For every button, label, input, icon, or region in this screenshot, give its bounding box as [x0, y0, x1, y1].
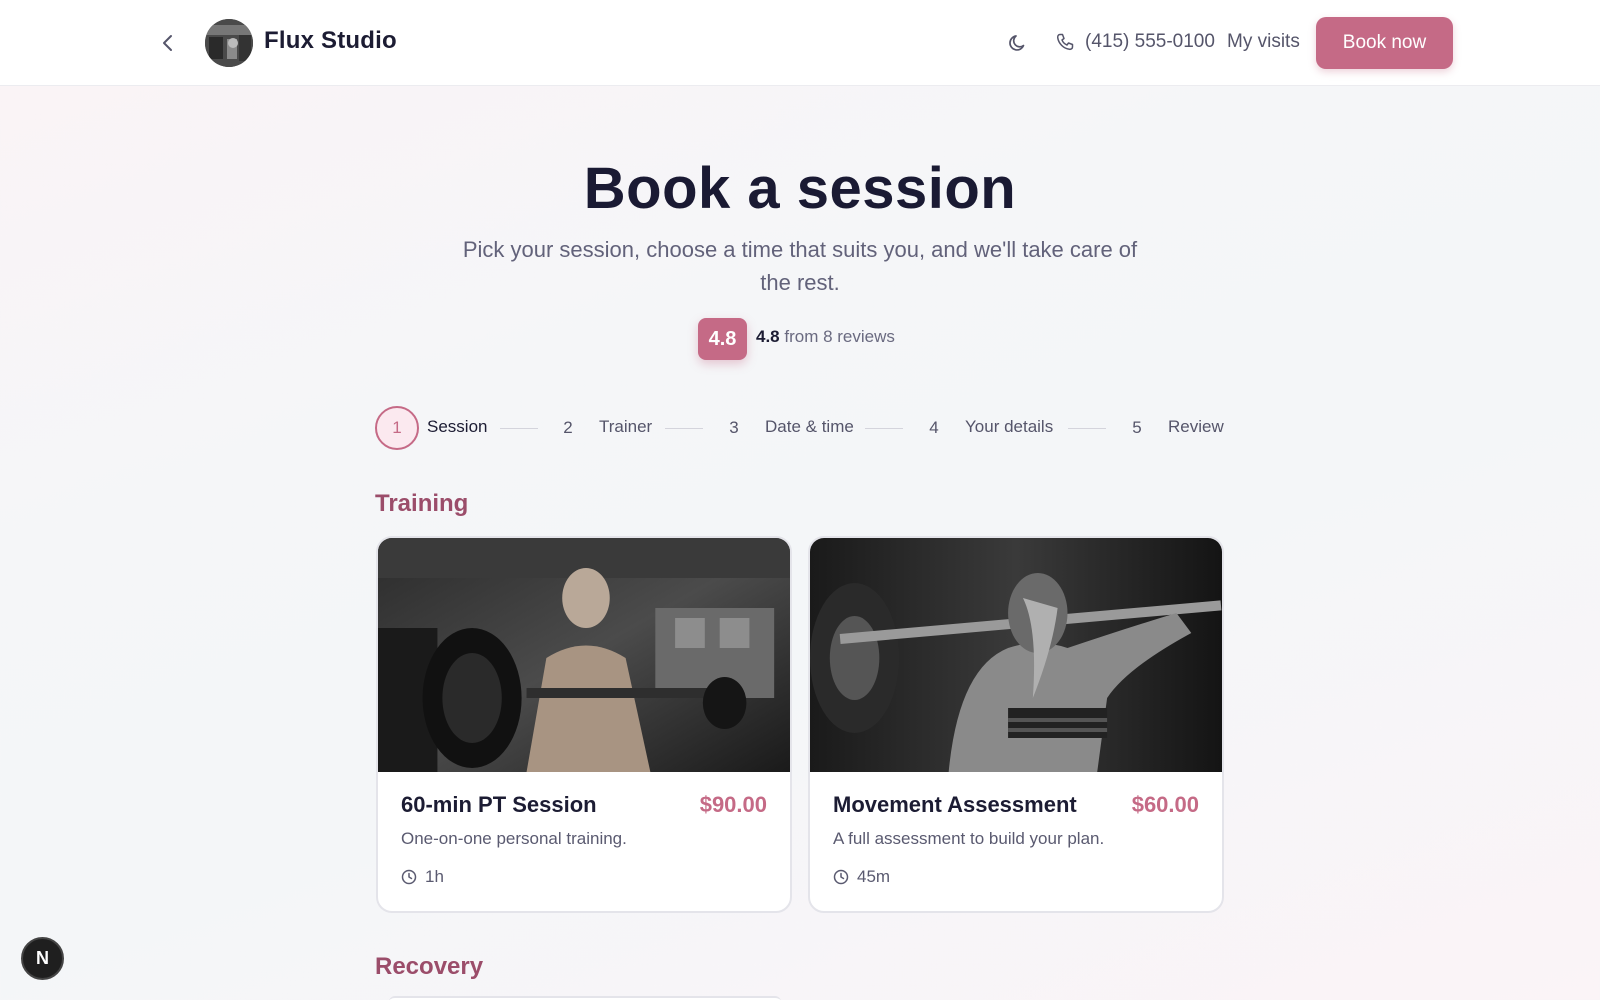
section-title-training: Training [375, 490, 469, 517]
step-divider [1068, 428, 1106, 429]
rating-badge: 4.8 [698, 318, 747, 360]
dev-tools-badge[interactable]: N [21, 937, 64, 980]
phone-link[interactable]: (415) 555-0100 [1085, 31, 1215, 53]
session-card[interactable]: Movement Assessment $60.00 A full assess… [808, 536, 1224, 913]
phone-icon [1056, 33, 1074, 51]
duration-value: 1h [425, 867, 444, 886]
book-now-button[interactable]: Book now [1316, 17, 1453, 69]
session-image [378, 538, 790, 772]
session-card[interactable]: 60-min PT Session $90.00 One-on-one pers… [376, 536, 792, 913]
session-price: $60.00 [1131, 792, 1199, 817]
session-card[interactable] [389, 996, 781, 1000]
rating-summary: 4.8 from 8 reviews [756, 327, 895, 347]
top-bar: Flux Studio (415) 555-0100 My visits Boo… [0, 0, 1600, 86]
session-description: One-on-one personal training. [401, 829, 627, 848]
session-price: $90.00 [699, 792, 767, 817]
step-divider [665, 428, 703, 429]
session-name: Movement Assessment [833, 792, 1077, 817]
theme-toggle-button[interactable] [1005, 30, 1031, 56]
step-3-number[interactable]: 3 [712, 406, 756, 450]
chevron-left-icon [163, 35, 172, 51]
session-duration: 45m [833, 867, 890, 887]
step-divider [865, 428, 903, 429]
session-image [810, 538, 1222, 772]
step-2-number[interactable]: 2 [546, 406, 590, 450]
step-4-label[interactable]: Your details [965, 417, 1053, 437]
clock-icon [833, 869, 849, 885]
step-2-label[interactable]: Trainer [599, 417, 652, 437]
step-1-number[interactable]: 1 [375, 406, 419, 450]
step-3-label[interactable]: Date & time [765, 417, 854, 437]
duration-value: 45m [857, 867, 891, 886]
step-divider [500, 428, 538, 429]
my-visits-link[interactable]: My visits [1227, 31, 1300, 53]
step-1-label[interactable]: Session [427, 417, 487, 437]
session-name: 60-min PT Session [401, 792, 597, 817]
page-subtitle: Pick your session, choose a time that su… [462, 237, 1138, 295]
step-5-number[interactable]: 5 [1115, 406, 1159, 450]
step-4-number[interactable]: 4 [912, 406, 956, 450]
step-5-label[interactable]: Review [1168, 417, 1224, 437]
rating-value: 4.8 [756, 327, 780, 346]
back-button[interactable] [153, 28, 183, 58]
session-duration: 1h [401, 867, 444, 887]
page-title: Book a session [583, 156, 1017, 221]
session-description: A full assessment to build your plan. [833, 829, 1105, 848]
avatar [205, 19, 253, 67]
moon-icon [1009, 35, 1025, 51]
brand-name[interactable]: Flux Studio [264, 27, 397, 55]
rating-count: from 8 reviews [784, 327, 895, 346]
section-title-recovery: Recovery [375, 953, 484, 980]
clock-icon [401, 869, 417, 885]
